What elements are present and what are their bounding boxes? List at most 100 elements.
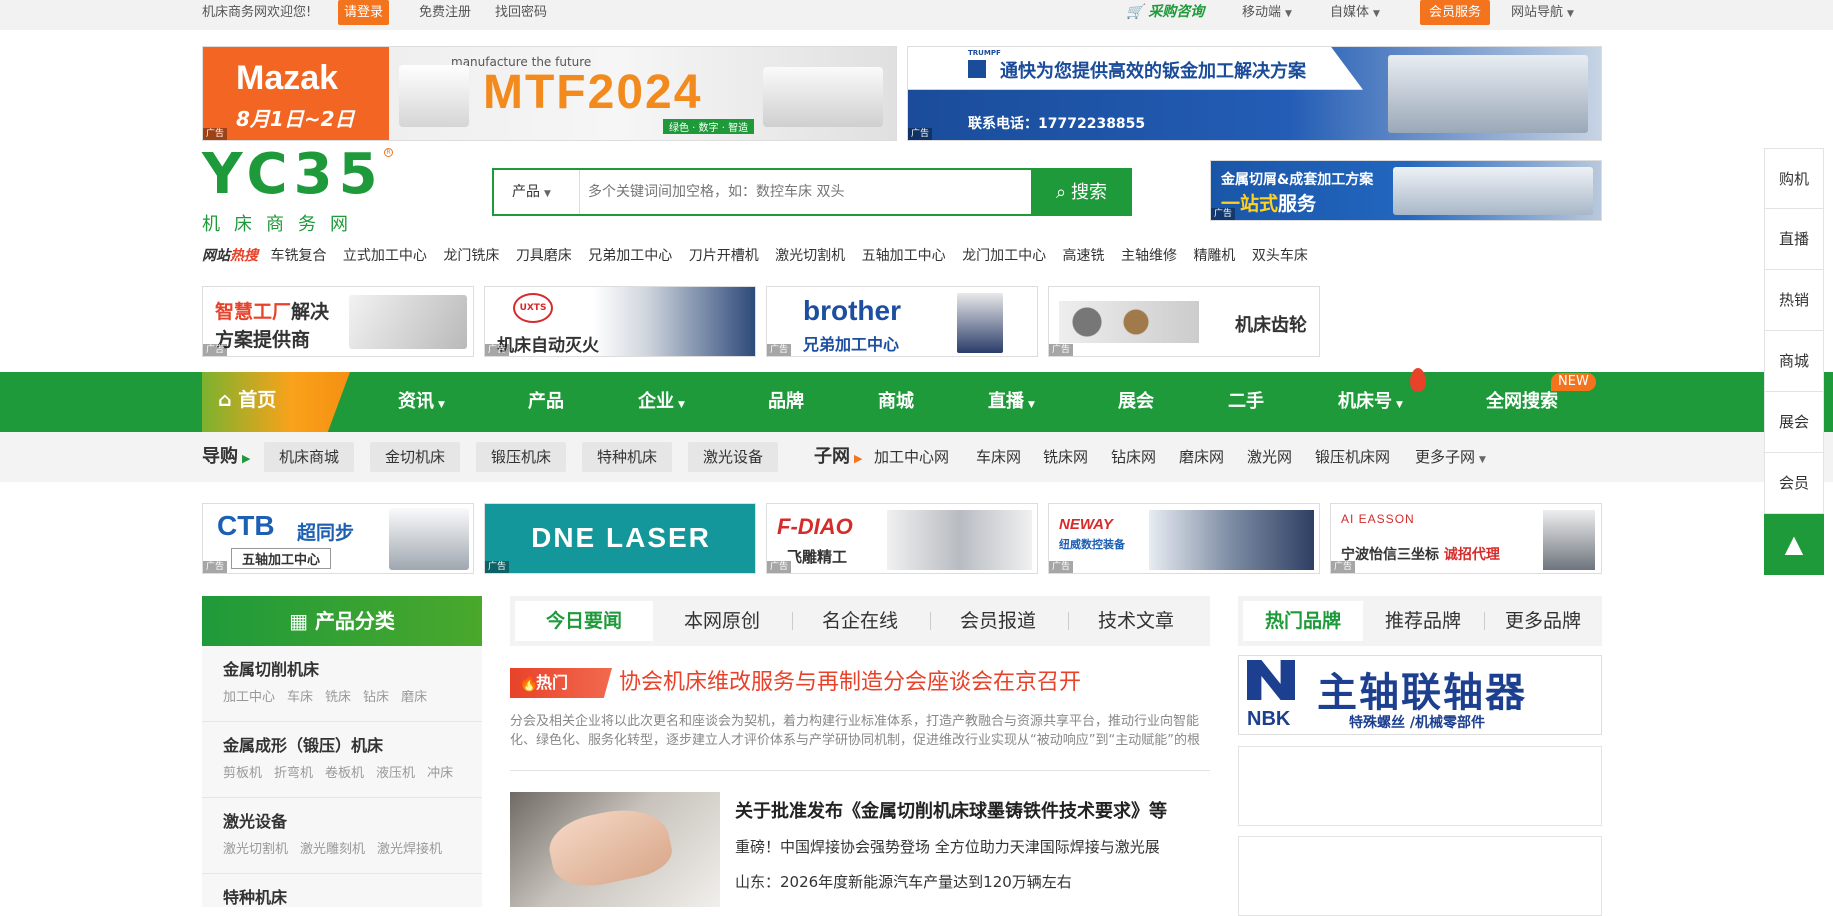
sidebar-item-buy[interactable]: 购机 — [1764, 148, 1824, 209]
category-sub-link[interactable]: 折弯机 — [274, 766, 313, 781]
hot-keyword[interactable]: 高速铣 — [1063, 248, 1105, 264]
hot-keyword[interactable]: 兄弟加工中心 — [588, 248, 672, 264]
fdiao-ad[interactable]: F-DIAO 飞雕精工 广告 — [766, 503, 1038, 574]
sidebar-item-mall[interactable]: 商城 — [1764, 331, 1824, 392]
back-to-top-button[interactable]: ▲ — [1764, 514, 1824, 575]
nav-products[interactable]: 产品 — [528, 372, 564, 432]
media-dropdown[interactable]: 自媒体 ▼ — [1330, 0, 1380, 27]
category-sub-link[interactable]: 车床 — [287, 690, 313, 705]
hot-keyword[interactable]: 龙门铣床 — [443, 248, 499, 264]
trumpf-ad-banner[interactable]: TRUMPF 通快为您提供高效的钣金加工解决方案 联系电话：1777223885… — [907, 46, 1602, 141]
category-sub-link[interactable]: 钻床 — [363, 690, 389, 705]
headline-link[interactable]: 协会机床维改服务与再制造分会座谈会在京召开 — [619, 667, 1081, 699]
subnet-link[interactable]: 钻床网 — [1111, 432, 1156, 482]
news-link[interactable]: 山东：2026年度新能源汽车产量达到120万辆左右 — [735, 871, 1072, 892]
more-subnet-dropdown[interactable]: 更多子网 ▼ — [1415, 432, 1486, 485]
category-sub-link[interactable]: 铣床 — [325, 690, 351, 705]
search-category-dropdown[interactable]: 产品 ▼ — [494, 170, 580, 214]
nav-exhibitions[interactable]: 展会 — [1118, 372, 1154, 432]
tab-recommended-brands[interactable]: 推荐品牌 — [1363, 601, 1483, 641]
nav-site-search[interactable]: 全网搜索 — [1486, 372, 1558, 432]
sidebar-item-exhibition[interactable]: 展会 — [1764, 392, 1824, 453]
hot-keyword[interactable]: 刀片开槽机 — [689, 248, 759, 264]
dne-laser-ad[interactable]: DNE LASER 广告 — [484, 503, 756, 574]
nav-brands[interactable]: 品牌 — [768, 372, 804, 432]
hot-keyword[interactable]: 主轴维修 — [1121, 248, 1177, 264]
category-sub-link[interactable]: 冲床 — [427, 766, 453, 781]
hot-keyword[interactable]: 精雕机 — [1193, 248, 1235, 264]
guide-item[interactable]: 机床商城 — [264, 442, 355, 472]
guide-item[interactable]: 激光设备 — [688, 442, 779, 472]
hot-keyword[interactable]: 五轴加工中心 — [862, 248, 946, 264]
tab-famous-companies[interactable]: 名企在线 — [791, 601, 929, 641]
category-sub-link[interactable]: 剪板机 — [223, 766, 262, 781]
nav-companies[interactable]: 企业 ▼ — [638, 372, 685, 435]
smart-factory-ad[interactable]: 智慧工厂解决 方案提供商 广告 — [202, 286, 474, 357]
hot-keyword[interactable]: 双头车床 — [1252, 248, 1308, 264]
guide-item[interactable]: 锻压机床 — [476, 442, 567, 472]
tab-original[interactable]: 本网原创 — [653, 601, 791, 641]
tab-today-news[interactable]: 今日要闻 — [515, 601, 653, 641]
news-title-link[interactable]: 关于批准发布《金属切削机床球墨铸铁件技术要求》等 — [735, 797, 1167, 823]
category-title[interactable]: 金属切削机床 — [223, 658, 482, 682]
tab-tech-articles[interactable]: 技术文章 — [1067, 601, 1205, 641]
site-nav-dropdown[interactable]: 网站导航 ▼ — [1511, 0, 1574, 27]
brand-slot[interactable] — [1238, 836, 1602, 916]
sidebar-item-hot[interactable]: 热销 — [1764, 270, 1824, 331]
category-title[interactable]: 特种机床 — [223, 886, 482, 910]
subnet-link[interactable]: 磨床网 — [1179, 432, 1224, 482]
neway-ad[interactable]: NEWAY 纽威数控装备 广告 — [1048, 503, 1320, 574]
brother-ad[interactable]: brother 兄弟加工中心 广告 — [766, 286, 1038, 357]
subnet-link[interactable]: 加工中心网 — [874, 432, 949, 482]
subnet-link[interactable]: 激光网 — [1247, 432, 1292, 482]
hot-keyword[interactable]: 车铣复合 — [270, 248, 326, 264]
purchase-consult-link[interactable]: 🛒 采购咨询 — [1126, 0, 1204, 25]
category-sub-link[interactable]: 加工中心 — [223, 690, 275, 705]
subnet-link[interactable]: 铣床网 — [1043, 432, 1088, 482]
hot-keyword[interactable]: 刀具磨床 — [516, 248, 572, 264]
search-input[interactable] — [588, 176, 1018, 208]
news-thumbnail[interactable] — [510, 792, 720, 907]
ctb-ad[interactable]: CTB 超同步 五轴加工中心 广告 — [202, 503, 474, 574]
category-sub-link[interactable]: 激光切割机 — [223, 842, 288, 857]
member-service-button[interactable]: 会员服务 — [1420, 0, 1491, 25]
recover-password-link[interactable]: 找回密码 — [495, 0, 547, 25]
subnet-link[interactable]: 车床网 — [976, 432, 1021, 482]
nav-home[interactable]: ⌂ 首页 — [202, 372, 350, 432]
nbk-ad[interactable]: NBK 主轴联轴器 特殊螺丝 /机械零部件 — [1238, 655, 1602, 735]
hot-keyword[interactable]: 立式加工中心 — [343, 248, 427, 264]
subnet-link[interactable]: 锻压机床网 — [1315, 432, 1390, 482]
auto-fire-ad[interactable]: UXTS 机床自动灭火 广告 — [484, 286, 756, 357]
nav-machine-account[interactable]: 机床号 ▼ — [1338, 372, 1403, 435]
guide-item[interactable]: 特种机床 — [582, 442, 673, 472]
easson-ad[interactable]: AI EASSON 宁波怡信三坐标 诚招代理 广告 — [1330, 503, 1602, 574]
sidebar-item-live[interactable]: 直播 — [1764, 209, 1824, 270]
tab-member-reports[interactable]: 会员报道 — [929, 601, 1067, 641]
tab-hot-brands[interactable]: 热门品牌 — [1243, 601, 1363, 641]
mobile-dropdown[interactable]: 移动端 ▼ — [1242, 0, 1292, 27]
guide-item[interactable]: 金切机床 — [370, 442, 461, 472]
category-sub-link[interactable]: 磨床 — [401, 690, 427, 705]
category-sub-link[interactable]: 激光雕刻机 — [300, 842, 365, 857]
nav-news[interactable]: 资讯 ▼ — [398, 372, 445, 435]
hot-keyword[interactable]: 激光切割机 — [775, 248, 845, 264]
site-logo[interactable]: YC35 — [202, 147, 384, 203]
gear-ad[interactable]: 机床齿轮 广告 — [1048, 286, 1320, 357]
hot-keyword[interactable]: 龙门加工中心 — [962, 248, 1046, 264]
news-link[interactable]: 重磅！中国焊接协会强势登场 全方位助力天津国际焊接与激光展 — [735, 836, 1160, 857]
register-link[interactable]: 免费注册 — [419, 0, 471, 25]
nav-used[interactable]: 二手 — [1228, 372, 1264, 432]
sidebar-item-member[interactable]: 会员 — [1764, 453, 1824, 514]
category-title[interactable]: 金属成形（锻压）机床 — [223, 734, 482, 758]
category-sub-link[interactable]: 液压机 — [376, 766, 415, 781]
brand-slot[interactable] — [1238, 746, 1602, 826]
search-button[interactable]: ⌕ 搜索 — [1031, 168, 1132, 216]
nav-live[interactable]: 直播 ▼ — [988, 372, 1035, 435]
tab-more-brands[interactable]: 更多品牌 — [1483, 601, 1603, 641]
login-button[interactable]: 请登录 — [338, 0, 390, 25]
one-stop-ad-banner[interactable]: 金属切屑&成套加工方案 一站式服务 广告 — [1210, 160, 1602, 221]
nav-mall[interactable]: 商城 — [878, 372, 914, 432]
mtf-ad-banner[interactable]: Mazak 8月1日~2日 manufacture the future MTF… — [202, 46, 897, 141]
category-sub-link[interactable]: 激光焊接机 — [377, 842, 442, 857]
category-sub-link[interactable]: 卷板机 — [325, 766, 364, 781]
